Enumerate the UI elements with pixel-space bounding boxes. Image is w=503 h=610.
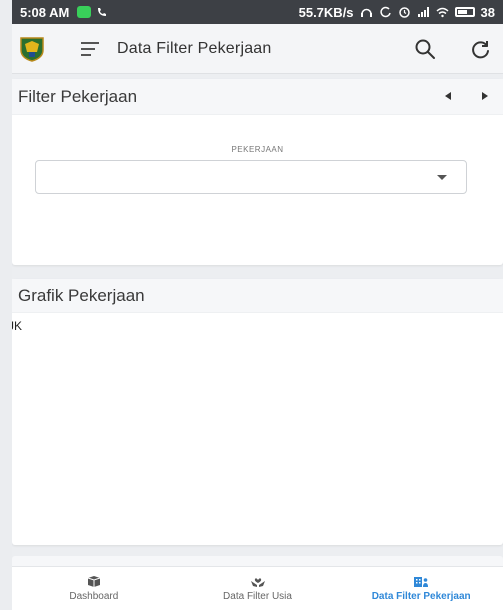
filter-card-header: Filter Pekerjaan bbox=[12, 79, 503, 115]
arrow-left-icon[interactable] bbox=[445, 92, 451, 100]
battery-level: 38 bbox=[480, 4, 495, 20]
caret-down-icon[interactable] bbox=[437, 175, 447, 180]
arrow-right-icon[interactable] bbox=[482, 92, 488, 100]
phone-icon bbox=[98, 8, 107, 16]
nav-item-label: Dashboard bbox=[69, 591, 119, 602]
logo-icon bbox=[20, 36, 44, 62]
chart-card-title: Grafik Pekerjaan bbox=[18, 285, 145, 305]
network-speed: 55.7KB/s bbox=[298, 4, 354, 20]
page-title: Data Filter Pekerjaan bbox=[117, 39, 272, 57]
sync-icon bbox=[379, 6, 391, 18]
status-indicators: 55.7KB/s 38 bbox=[299, 5, 495, 20]
signal-icon bbox=[417, 7, 429, 17]
battery-icon bbox=[454, 7, 475, 17]
status-time: 5:08 AM bbox=[20, 4, 70, 20]
pekerjaan-select[interactable] bbox=[35, 160, 467, 194]
nav-item-label: Data Filter Pekerjaan bbox=[371, 591, 471, 602]
status-bar: 5:08 AM 55.7KB/s 38 bbox=[12, 0, 503, 24]
nav-item-label: Data Filter Usia bbox=[223, 591, 292, 602]
filter-card-title: Filter Pekerjaan bbox=[18, 86, 138, 106]
wifi-icon bbox=[436, 7, 449, 18]
headset-icon bbox=[360, 8, 372, 17]
chart-label: JK bbox=[12, 319, 23, 333]
filter-card: Filter Pekerjaan PEKERJAAN bbox=[12, 79, 503, 265]
building-people-icon bbox=[414, 577, 429, 587]
chart-card: Grafik Pekerjaan JK bbox=[12, 279, 503, 545]
hands-heart-icon bbox=[250, 578, 265, 587]
pekerjaan-label: PEKERJAAN bbox=[231, 145, 284, 154]
alarm-icon bbox=[398, 7, 410, 18]
refresh-icon[interactable] bbox=[469, 38, 491, 60]
whatsapp-icon bbox=[77, 6, 92, 18]
search-icon[interactable] bbox=[414, 38, 436, 60]
app-frame: 5:08 AM 55.7KB/s 38 Data Filter Pekerjaa… bbox=[12, 0, 503, 610]
app-bar: Data Filter Pekerjaan bbox=[12, 24, 503, 74]
nav-item-dashboard[interactable]: Dashboard bbox=[12, 567, 176, 610]
dashboard-icon bbox=[87, 576, 100, 587]
nav-item-data-filter-usia[interactable]: Data Filter Usia bbox=[176, 567, 340, 610]
menu-icon[interactable] bbox=[81, 41, 99, 56]
nav-item-data-filter-pekerjaan[interactable]: Data Filter Pekerjaan bbox=[339, 567, 503, 610]
bottom-nav: Dashboard Data Filter Usia Data Filter P… bbox=[12, 566, 503, 610]
chart-card-header: Grafik Pekerjaan bbox=[12, 279, 503, 313]
